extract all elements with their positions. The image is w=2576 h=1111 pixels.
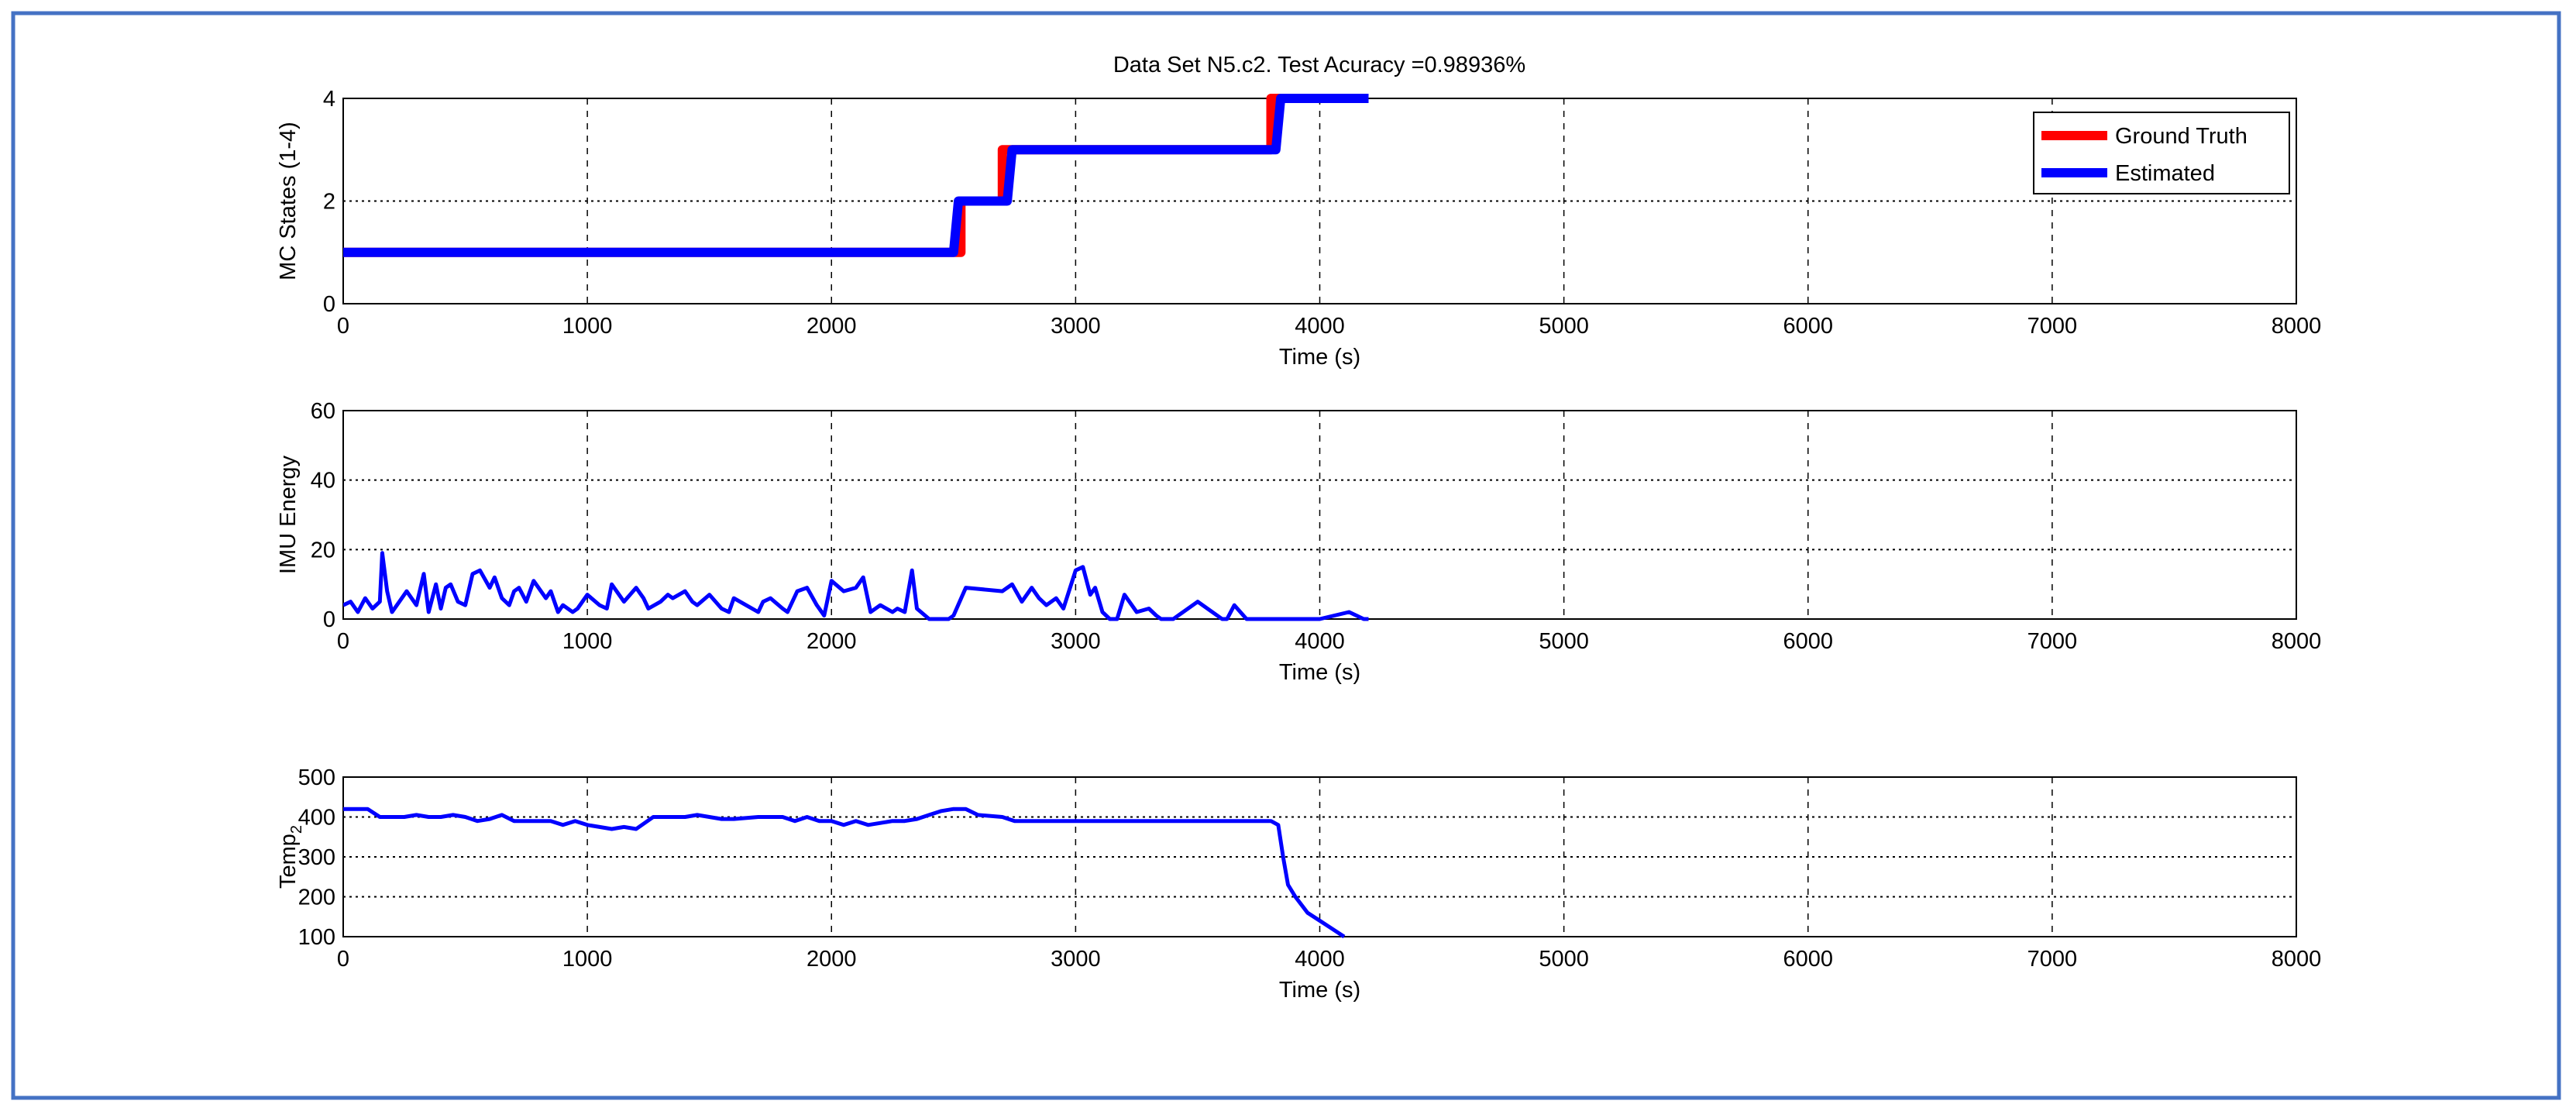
- x-tick-label: 1000: [562, 629, 613, 654]
- y-tick-label: 2: [323, 190, 335, 215]
- x-tick-label: 0: [337, 314, 349, 339]
- x-tick-label: 7000: [2027, 947, 2078, 972]
- x-tick-label: 5000: [1539, 314, 1589, 339]
- y-axis-label: IMU Energy: [276, 455, 301, 574]
- x-tick-label: 0: [337, 947, 349, 972]
- chart-title: Data Set N5.c2. Test Acuracy =0.98936%: [1113, 53, 1525, 77]
- x-tick-label: 2000: [807, 947, 857, 972]
- y-tick-label: 0: [323, 607, 335, 632]
- y-tick-label: 40: [311, 469, 335, 494]
- legend-label: Estimated: [2115, 161, 2215, 186]
- x-tick-label: 2000: [807, 314, 857, 339]
- x-axis-label: Time (s): [1279, 978, 1360, 1003]
- x-tick-label: 4000: [1295, 314, 1345, 339]
- x-tick-label: 4000: [1295, 947, 1345, 972]
- y-tick-label: 200: [298, 886, 335, 910]
- y-tick-label: 4: [323, 87, 335, 112]
- y-axis-label-main: Temp: [276, 834, 301, 889]
- y-tick-label: 300: [298, 845, 335, 870]
- x-tick-label: 2000: [807, 629, 857, 654]
- x-tick-label: 8000: [2272, 947, 2322, 972]
- y-axis-label-subscript: 2: [288, 825, 305, 834]
- figure: Data Set N5.c2. Test Acuracy =0.98936% 0…: [11, 11, 2561, 1100]
- x-tick-label: 4000: [1295, 629, 1345, 654]
- x-tick-label: 5000: [1539, 947, 1589, 972]
- x-tick-label: 8000: [2272, 629, 2322, 654]
- x-tick-label: 3000: [1051, 314, 1101, 339]
- y-tick-label: 60: [311, 399, 335, 424]
- x-tick-label: 6000: [1783, 629, 1833, 654]
- x-tick-label: 1000: [562, 314, 613, 339]
- legend-label: Ground Truth: [2115, 124, 2248, 149]
- x-tick-label: 8000: [2272, 314, 2322, 339]
- x-tick-label: 1000: [562, 947, 613, 972]
- x-tick-label: 7000: [2027, 629, 2078, 654]
- x-tick-label: 3000: [1051, 629, 1101, 654]
- y-tick-label: 0: [323, 292, 335, 317]
- x-axis-label: Time (s): [1279, 660, 1360, 685]
- legend: Ground Truth Estimated: [2033, 112, 2290, 194]
- y-tick-label: 500: [298, 765, 335, 790]
- y-axis-label: MC States (1-4): [276, 122, 301, 280]
- x-tick-label: 0: [337, 629, 349, 654]
- x-axis-label: Time (s): [1279, 345, 1360, 370]
- x-tick-label: 6000: [1783, 947, 1833, 972]
- y-tick-label: 20: [311, 538, 335, 562]
- y-tick-label: 100: [298, 925, 335, 950]
- x-tick-label: 6000: [1783, 314, 1833, 339]
- x-tick-label: 5000: [1539, 629, 1589, 654]
- x-tick-label: 7000: [2027, 314, 2078, 339]
- x-tick-label: 3000: [1051, 947, 1101, 972]
